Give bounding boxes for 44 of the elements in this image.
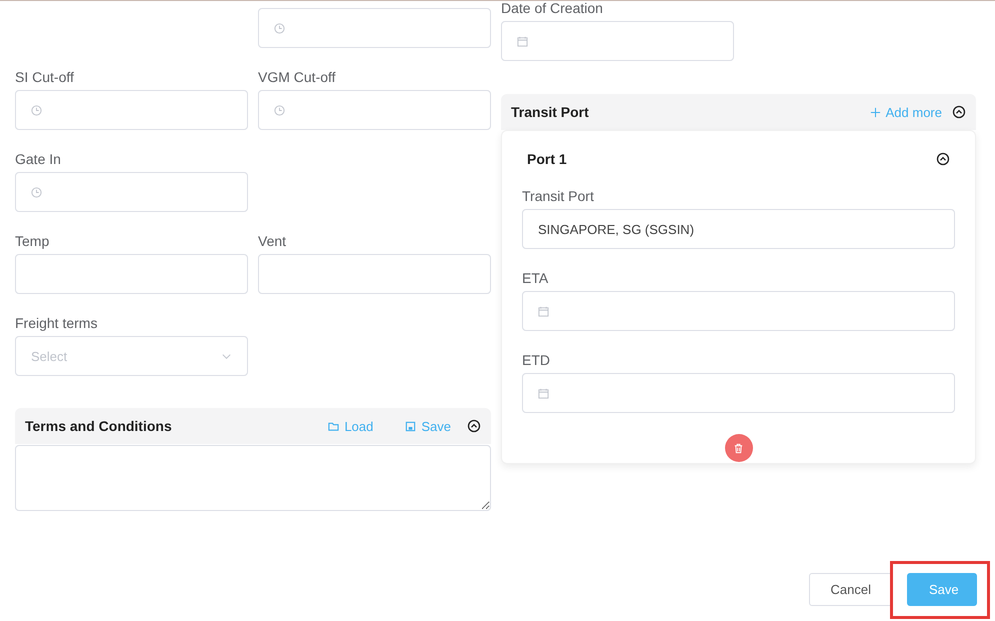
input-field[interactable] (522, 291, 955, 331)
port-title: Port 1 (527, 151, 567, 167)
input-field[interactable] (15, 172, 248, 212)
input-field[interactable] (258, 8, 491, 48)
clock-icon (274, 104, 285, 116)
input-field[interactable] (522, 373, 955, 413)
input-field[interactable] (501, 21, 734, 61)
collapse-icon[interactable] (952, 105, 966, 119)
calendar-icon (538, 388, 549, 398)
input-field[interactable] (15, 90, 248, 130)
panel-title: Transit Port (511, 104, 589, 120)
plus-icon (870, 106, 881, 118)
delete-button[interactable] (724, 434, 752, 462)
load-link[interactable]: Load (328, 418, 374, 434)
save-button[interactable]: Save (907, 573, 977, 606)
collapse-icon[interactable] (467, 419, 481, 433)
save-link[interactable]: Save (405, 418, 451, 434)
cancel-button[interactable]: Cancel (808, 573, 893, 606)
field-label: Vent (258, 232, 288, 250)
input-field[interactable] (15, 254, 248, 294)
clock-icon (31, 104, 42, 116)
field-label: Gate In (15, 150, 62, 168)
field-label: Transit Port (522, 187, 595, 205)
clock-icon (31, 186, 42, 198)
collapse-icon[interactable] (936, 152, 950, 166)
field-label: Date of Creation (501, 1, 604, 17)
field-label: Freight terms (15, 314, 98, 332)
field-label: VGM Cut-off (258, 68, 337, 86)
field-label: ETA (522, 269, 550, 287)
input-field[interactable] (258, 90, 491, 130)
terms-textarea[interactable] (15, 445, 491, 511)
calendar-icon (517, 36, 528, 46)
input-field[interactable] (258, 254, 491, 294)
field-label: Temp (15, 232, 50, 250)
input-field[interactable]: SINGAPORE, SG (SGSIN) (522, 209, 955, 249)
clock-icon (274, 22, 285, 34)
calendar-icon (538, 306, 549, 316)
field-label: SI Cut-off (15, 68, 75, 86)
input-field[interactable]: Select (15, 336, 248, 376)
trash-icon (733, 442, 744, 454)
folder-icon (328, 420, 340, 432)
panel-title: Terms and Conditions (25, 418, 172, 434)
add-more-link[interactable]: Add more (870, 104, 942, 120)
field-label: ETD (522, 351, 551, 369)
